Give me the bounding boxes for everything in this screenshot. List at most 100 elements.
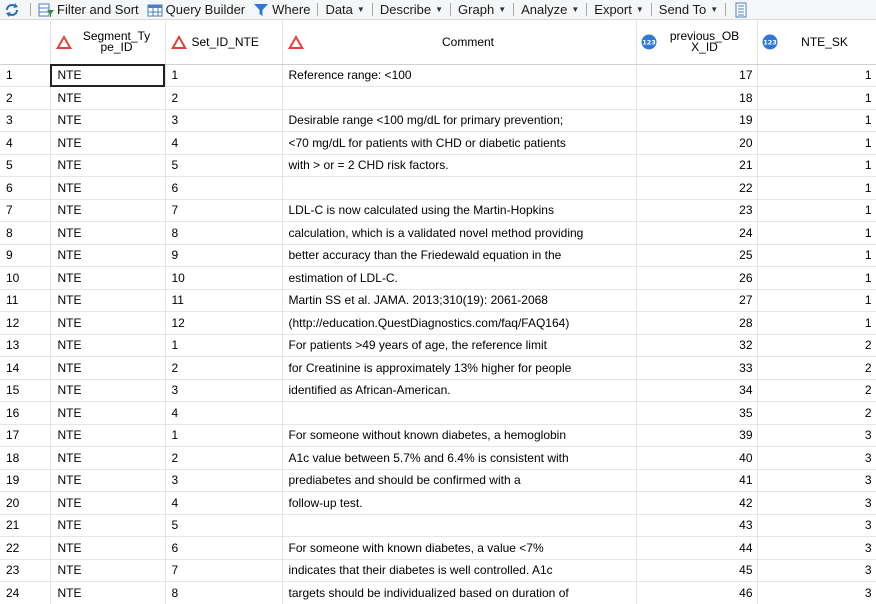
table-row[interactable]: 13 NTE 1 For patients >49 years of age, the… bbox=[0, 334, 876, 357]
previous-obx-id-cell[interactable]: 33 bbox=[636, 356, 758, 380]
where-button[interactable]: Where bbox=[249, 0, 314, 19]
nte-sk-cell[interactable]: 3 bbox=[757, 581, 876, 604]
refresh-button[interactable] bbox=[0, 0, 27, 19]
segment-type-id-cell[interactable]: NTE bbox=[50, 379, 166, 402]
data-menu[interactable]: Data ▼ bbox=[321, 0, 368, 19]
row-number-cell[interactable]: 7 bbox=[0, 199, 51, 222]
table-row[interactable]: 1 NTE 1 Reference range: <100 17 1 bbox=[0, 64, 876, 87]
comment-cell[interactable]: LDL-C is now calculated using the Martin… bbox=[282, 199, 637, 222]
row-number-cell[interactable]: 1 bbox=[0, 64, 51, 87]
comment-cell[interactable]: A1c value between 5.7% and 6.4% is consi… bbox=[282, 446, 637, 470]
comment-cell[interactable]: with > or = 2 CHD risk factors. bbox=[282, 154, 637, 177]
previous-obx-id-cell[interactable]: 17 bbox=[636, 64, 758, 87]
set-id-nte-cell[interactable]: 7 bbox=[165, 559, 283, 582]
set-id-nte-cell[interactable]: 10 bbox=[165, 266, 283, 290]
set-id-nte-cell[interactable]: 1 bbox=[165, 424, 283, 447]
table-row[interactable]: 20 NTE 4 follow-up test. 42 3 bbox=[0, 491, 876, 515]
nte-sk-cell[interactable]: 1 bbox=[757, 131, 876, 155]
segment-type-id-cell[interactable]: NTE bbox=[50, 64, 166, 87]
comment-cell[interactable] bbox=[282, 176, 637, 200]
set-id-nte-cell[interactable]: 1 bbox=[165, 64, 283, 87]
comment-cell[interactable]: prediabetes and should be confirmed with… bbox=[282, 469, 637, 492]
comment-cell[interactable]: targets should be individualized based o… bbox=[282, 581, 637, 604]
row-number-cell[interactable]: 14 bbox=[0, 356, 51, 380]
previous-obx-id-cell[interactable]: 40 bbox=[636, 446, 758, 470]
table-row[interactable]: 3 NTE 3 Desirable range <100 mg/dL for prim… bbox=[0, 109, 876, 132]
previous-obx-id-cell[interactable]: 25 bbox=[636, 244, 758, 267]
comment-cell[interactable]: Reference range: <100 bbox=[282, 64, 637, 87]
row-number-cell[interactable]: 17 bbox=[0, 424, 51, 447]
analyze-menu[interactable]: Analyze ▼ bbox=[517, 0, 583, 19]
table-row[interactable]: 19 NTE 3 prediabetes and should be confirme… bbox=[0, 469, 876, 492]
row-number-cell[interactable]: 15 bbox=[0, 379, 51, 402]
previous-obx-id-cell[interactable]: 39 bbox=[636, 424, 758, 447]
previous-obx-id-cell[interactable]: 22 bbox=[636, 176, 758, 200]
send-to-menu[interactable]: Send To ▼ bbox=[655, 0, 722, 19]
table-row[interactable]: 15 NTE 3 identified as African-American. 34 2 bbox=[0, 379, 876, 402]
comment-cell[interactable]: Martin SS et al. JAMA. 2013;310(19): 206… bbox=[282, 289, 637, 312]
nte-sk-cell[interactable]: 1 bbox=[757, 64, 876, 87]
set-id-nte-cell[interactable]: 2 bbox=[165, 446, 283, 470]
previous-obx-id-cell[interactable]: 41 bbox=[636, 469, 758, 492]
set-id-nte-cell[interactable]: 5 bbox=[165, 154, 283, 177]
table-row[interactable]: 18 NTE 2 A1c value between 5.7% and 6.4% is… bbox=[0, 446, 876, 470]
nte-sk-cell[interactable]: 1 bbox=[757, 109, 876, 132]
segment-type-id-cell[interactable]: NTE bbox=[50, 311, 166, 335]
row-number-cell[interactable]: 10 bbox=[0, 266, 51, 290]
segment-type-id-cell[interactable]: NTE bbox=[50, 401, 166, 425]
column-header-previous-obx-id[interactable]: 123 previous_OB X_ID bbox=[636, 21, 758, 65]
nte-sk-cell[interactable]: 3 bbox=[757, 491, 876, 515]
table-row[interactable]: 14 NTE 2 for Creatinine is approximately 13… bbox=[0, 356, 876, 380]
comment-cell[interactable] bbox=[282, 401, 637, 425]
describe-menu[interactable]: Describe ▼ bbox=[376, 0, 447, 19]
set-id-nte-cell[interactable]: 7 bbox=[165, 199, 283, 222]
segment-type-id-cell[interactable]: NTE bbox=[50, 86, 166, 110]
segment-type-id-cell[interactable]: NTE bbox=[50, 356, 166, 380]
comment-cell[interactable]: calculation, which is a validated novel … bbox=[282, 221, 637, 245]
segment-type-id-cell[interactable]: NTE bbox=[50, 514, 166, 537]
set-id-nte-cell[interactable]: 4 bbox=[165, 401, 283, 425]
previous-obx-id-cell[interactable]: 24 bbox=[636, 221, 758, 245]
table-row[interactable]: 17 NTE 1 For someone without known diabetes… bbox=[0, 424, 876, 447]
table-properties-button[interactable] bbox=[729, 0, 756, 19]
row-number-cell[interactable]: 19 bbox=[0, 469, 51, 492]
row-number-cell[interactable]: 22 bbox=[0, 536, 51, 560]
export-menu[interactable]: Export ▼ bbox=[590, 0, 648, 19]
comment-cell[interactable]: identified as African-American. bbox=[282, 379, 637, 402]
previous-obx-id-cell[interactable]: 23 bbox=[636, 199, 758, 222]
row-number-cell[interactable]: 9 bbox=[0, 244, 51, 267]
nte-sk-cell[interactable]: 1 bbox=[757, 199, 876, 222]
nte-sk-cell[interactable]: 1 bbox=[757, 289, 876, 312]
row-number-cell[interactable]: 21 bbox=[0, 514, 51, 537]
query-builder-button[interactable]: Query Builder bbox=[143, 0, 249, 19]
comment-cell[interactable] bbox=[282, 86, 637, 110]
nte-sk-cell[interactable]: 2 bbox=[757, 334, 876, 357]
nte-sk-cell[interactable]: 1 bbox=[757, 244, 876, 267]
table-row[interactable]: 23 NTE 7 indicates that their diabetes is w… bbox=[0, 559, 876, 582]
set-id-nte-cell[interactable]: 3 bbox=[165, 469, 283, 492]
row-number-cell[interactable]: 6 bbox=[0, 176, 51, 200]
nte-sk-cell[interactable]: 3 bbox=[757, 559, 876, 582]
previous-obx-id-cell[interactable]: 42 bbox=[636, 491, 758, 515]
set-id-nte-cell[interactable]: 3 bbox=[165, 109, 283, 132]
segment-type-id-cell[interactable]: NTE bbox=[50, 334, 166, 357]
comment-cell[interactable]: estimation of LDL-C. bbox=[282, 266, 637, 290]
segment-type-id-cell[interactable]: NTE bbox=[50, 559, 166, 582]
segment-type-id-cell[interactable]: NTE bbox=[50, 266, 166, 290]
row-number-header[interactable] bbox=[0, 21, 51, 65]
set-id-nte-cell[interactable]: 12 bbox=[165, 311, 283, 335]
table-row[interactable]: 2 NTE 2 18 1 bbox=[0, 86, 876, 110]
set-id-nte-cell[interactable]: 6 bbox=[165, 176, 283, 200]
comment-cell[interactable]: For patients >49 years of age, the refer… bbox=[282, 334, 637, 357]
comment-cell[interactable]: For someone without known diabetes, a he… bbox=[282, 424, 637, 447]
nte-sk-cell[interactable]: 1 bbox=[757, 86, 876, 110]
table-row[interactable]: 12 NTE 12 (http://education.QuestDiagnostic… bbox=[0, 311, 876, 335]
comment-cell[interactable]: follow-up test. bbox=[282, 491, 637, 515]
comment-cell[interactable]: Desirable range <100 mg/dL for primary p… bbox=[282, 109, 637, 132]
table-row[interactable]: 22 NTE 6 For someone with known diabetes, a… bbox=[0, 536, 876, 560]
previous-obx-id-cell[interactable]: 46 bbox=[636, 581, 758, 604]
segment-type-id-cell[interactable]: NTE bbox=[50, 424, 166, 447]
previous-obx-id-cell[interactable]: 20 bbox=[636, 131, 758, 155]
set-id-nte-cell[interactable]: 2 bbox=[165, 86, 283, 110]
segment-type-id-cell[interactable]: NTE bbox=[50, 199, 166, 222]
